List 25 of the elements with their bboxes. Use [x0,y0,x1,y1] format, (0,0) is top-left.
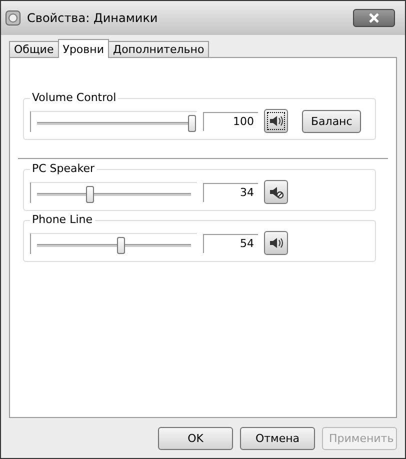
level-field[interactable]: 100 [203,112,258,130]
level-field[interactable]: 34 [203,182,258,202]
speaker-app-icon [5,10,21,26]
volume-slider[interactable] [30,110,197,132]
group-label: Phone Line [30,213,94,226]
balance-button[interactable]: Баланс [302,110,362,132]
level-field[interactable]: 54 [203,234,258,252]
mute-button[interactable] [264,180,288,204]
close-button[interactable] [353,9,395,27]
dialog-button[interactable]: OK [158,427,233,450]
mute-button[interactable] [264,109,288,133]
dialog-button[interactable]: Отмена [240,427,315,450]
muted-speaker-icon [268,184,284,200]
volume-slider[interactable] [30,232,197,254]
close-icon [368,13,380,23]
speaker-icon [268,235,284,251]
volume-slider[interactable] [30,182,197,202]
tab[interactable]: Общие [9,41,59,57]
speaker-icon [268,113,284,129]
tab[interactable]: Дополнительно [108,41,210,57]
mute-button[interactable] [264,231,288,255]
window-title: Свойства: Динамики [27,11,159,25]
group-label: PC Speaker [30,162,97,175]
tab[interactable]: Уровни [58,39,109,58]
group-label: Volume Control [30,91,118,104]
